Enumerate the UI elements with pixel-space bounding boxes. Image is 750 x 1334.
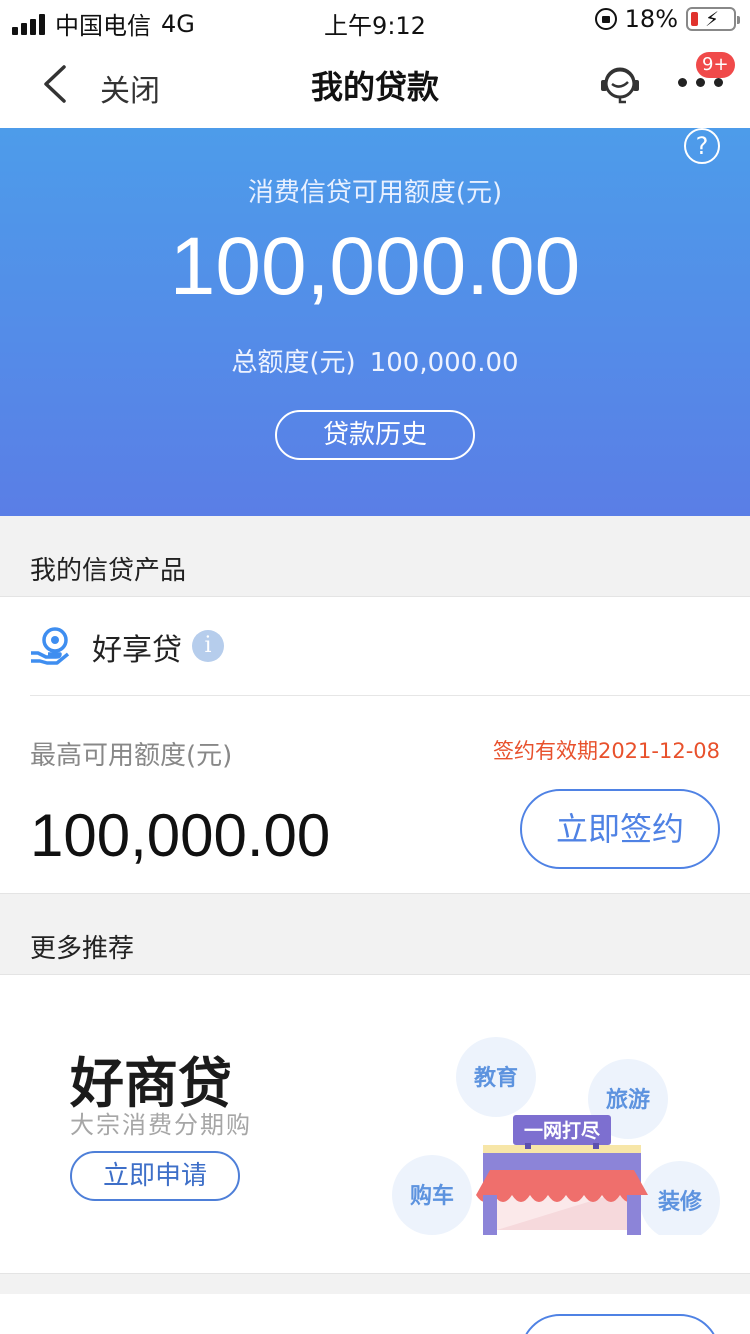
next-card [0,1294,750,1334]
divider [30,695,750,696]
storefront-illustration: 教育 旅游 购车 装修 一网打尽 [392,1037,720,1235]
max-credit-label: 最高可用额度(元) [30,741,233,771]
max-credit-amount: 100,000.00 [30,802,331,869]
apply-now-button[interactable]: 立即申请 [70,1151,240,1201]
bubble-travel: 旅游 [606,1087,650,1113]
battery-icon: ⚡ [686,7,740,31]
loan-history-button[interactable]: 贷款历史 [275,410,475,460]
promo-subtitle: 大宗消费分期购 [70,1111,252,1139]
help-icon[interactable]: ? [684,128,720,164]
credit-hero: ? 消费信贷可用额度(元) 100,000.00 总额度(元) 100,000.0… [0,128,750,516]
bubble-education: 教育 [474,1065,518,1091]
available-credit-amount: 100,000.00 [169,221,581,312]
customer-service-icon[interactable] [598,62,642,106]
section-title: 更多推荐 [30,934,135,964]
battery-percent: 18% [624,5,678,33]
section-header-recommend: 更多推荐 [0,894,750,974]
rotation-lock-icon [594,8,617,30]
section-header-products: 我的信贷产品 [0,516,750,596]
battery-level [691,12,698,26]
total-credit: 总额度(元) 100,000.00 [0,342,750,379]
nav-bar: 关闭 我的贷款 9+ [0,40,750,128]
charging-bolt-icon: ⚡ [705,7,720,31]
available-credit-label: 消费信贷可用额度(元) [247,178,503,208]
notification-badge: 9+ [696,52,735,78]
info-icon[interactable]: i [192,630,224,662]
promo-banner: 一网打尽 [524,1119,601,1142]
status-right: 18% ⚡ [594,5,740,33]
more-icon[interactable] [678,78,723,87]
loan-hand-coin-icon [31,627,70,665]
next-card-button[interactable] [520,1314,720,1334]
section-title: 我的信贷产品 [30,556,187,586]
promo-card[interactable]: 好商贷 大宗消费分期购 立即申请 教育 旅游 购车 装修 一网打尽 [0,975,750,1273]
bubble-renovation: 装修 [658,1189,703,1215]
status-bar: 中国电信 4G 上午9:12 18% ⚡ [0,0,750,40]
sign-validity: 签约有效期2021-12-08 [492,739,720,763]
sign-now-button[interactable]: 立即签约 [520,789,720,869]
total-credit-amount: 100,000.00 [369,348,519,378]
product-card[interactable]: 好享贷 i 最高可用额度(元) 签约有效期2021-12-08 100,000.… [0,597,750,893]
product-name: 好享贷 [92,633,182,668]
divider [0,1273,750,1274]
product-row[interactable]: 好享贷 i [0,597,750,695]
total-credit-label: 总额度(元) [231,348,356,378]
bubble-car: 购车 [410,1183,454,1209]
